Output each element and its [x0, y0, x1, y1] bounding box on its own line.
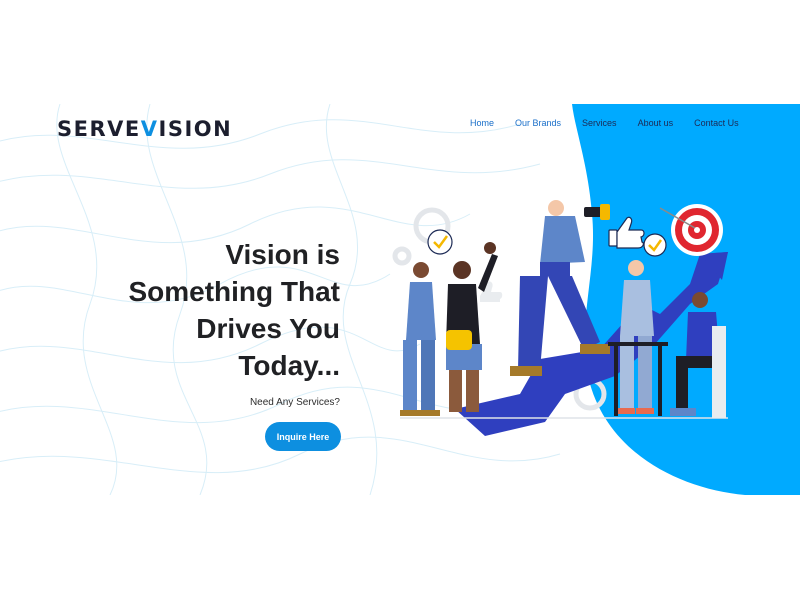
binoculars-icon	[584, 204, 610, 220]
person-woman-bag	[446, 242, 498, 412]
person-binoculars	[510, 200, 610, 376]
person-standing-left	[400, 262, 440, 416]
thumbs-up-icon	[608, 216, 645, 249]
teamwork-illustration	[392, 200, 728, 436]
target-icon	[659, 204, 723, 256]
hero-section: SERVE V ISION Home Our Brands Services Abo…	[0, 104, 800, 495]
